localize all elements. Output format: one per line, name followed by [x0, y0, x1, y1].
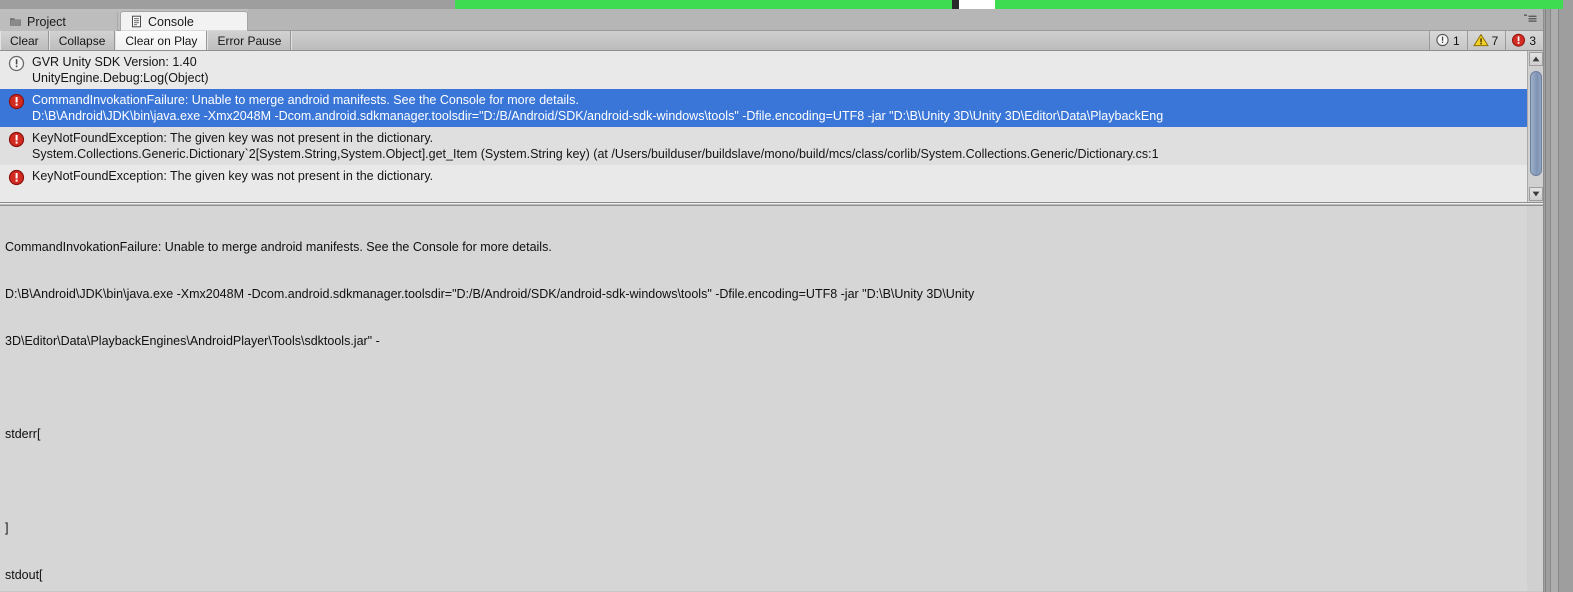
- clear-on-play-button[interactable]: Clear on Play: [115, 31, 208, 50]
- list-item-line1: GVR Unity SDK Version: 1.40: [32, 55, 197, 69]
- error-icon: [8, 93, 25, 114]
- warning-icon: [1472, 33, 1489, 48]
- error-icon: [8, 169, 25, 190]
- tab-project[interactable]: Project: [0, 11, 118, 32]
- list-scrollbar-thumb[interactable]: [1530, 71, 1542, 176]
- list-item-line2: System.Collections.Generic.Dictionary`2[…: [32, 147, 1159, 161]
- list-item-text: GVR Unity SDK Version: 1.40 UnityEngine.…: [32, 54, 209, 86]
- unity-editor-window: Project Console Clear Collapse Clear on …: [0, 0, 1573, 592]
- list-item-line2: D:\B\Android\JDK\bin\java.exe -Xmx2048M …: [32, 109, 1164, 123]
- list-item-text: KeyNotFoundException: The given key was …: [32, 130, 1159, 162]
- tab-bar-empty-area: [248, 9, 1543, 30]
- folder-icon: [9, 15, 22, 28]
- message-counters: 1 7 3: [1428, 31, 1543, 50]
- tab-console-label: Console: [148, 14, 194, 29]
- list-item-line1: KeyNotFoundException: The given key was …: [32, 169, 434, 183]
- console-message-list-inner: GVR Unity SDK Version: 1.40 UnityEngine.…: [0, 51, 1527, 202]
- window-menu-icon[interactable]: [1521, 12, 1539, 24]
- info-counter[interactable]: 1: [1428, 31, 1467, 50]
- list-item-text: KeyNotFoundException: The given key was …: [32, 168, 433, 184]
- info-icon: [1435, 33, 1450, 48]
- scroll-up-arrow-icon[interactable]: [1529, 52, 1543, 66]
- list-item-line2: UnityEngine.Debug:Log(Object): [32, 71, 209, 85]
- clear-button[interactable]: Clear: [0, 31, 49, 50]
- warning-counter[interactable]: 7: [1466, 31, 1506, 50]
- list-vertical-scrollbar[interactable]: [1527, 51, 1543, 202]
- collapse-button[interactable]: Collapse: [48, 31, 116, 50]
- detail-line: 3D\Editor\Data\PlaybackEngines\AndroidPl…: [5, 333, 380, 348]
- tab-project-label: Project: [27, 14, 66, 29]
- console-detail-pane: CommandInvokationFailure: Unable to merg…: [0, 206, 1543, 591]
- list-item[interactable]: KeyNotFoundException: The given key was …: [0, 165, 1527, 202]
- warning-counter-value: 7: [1491, 33, 1499, 48]
- console-detail-text[interactable]: CommandInvokationFailure: Unable to merg…: [0, 206, 1527, 591]
- tab-console[interactable]: Console: [120, 11, 248, 32]
- list-item[interactable]: CommandInvokationFailure: Unable to merg…: [0, 89, 1527, 127]
- detail-line: stdout[: [5, 567, 43, 582]
- error-icon: [1511, 33, 1526, 48]
- window-right-gutter: [1545, 9, 1573, 592]
- detail-line: D:\B\Android\JDK\bin\java.exe -Xmx2048M …: [5, 286, 975, 301]
- console-icon: [130, 15, 143, 28]
- scroll-down-arrow-icon[interactable]: [1529, 187, 1543, 201]
- list-item[interactable]: KeyNotFoundException: The given key was …: [0, 127, 1527, 165]
- console-window-panel: Project Console Clear Collapse Clear on …: [0, 9, 1544, 592]
- collapse-button-label: Collapse: [58, 33, 106, 48]
- console-toolbar: Clear Collapse Clear on Play Error Pause: [0, 31, 1543, 51]
- info-counter-value: 1: [1452, 33, 1460, 48]
- detail-line: ]: [5, 520, 9, 535]
- detail-line: [5, 474, 1523, 490]
- progress-bar-green: [455, 0, 1563, 9]
- list-item-line1: KeyNotFoundException: The given key was …: [32, 131, 434, 145]
- clear-on-play-button-label: Clear on Play: [125, 33, 198, 48]
- error-pause-button-label: Error Pause: [217, 33, 282, 48]
- tab-bar: Project Console: [0, 9, 1543, 32]
- error-counter-value: 3: [1529, 33, 1536, 48]
- error-pause-button[interactable]: Error Pause: [207, 31, 292, 50]
- progress-bar-gap: [959, 0, 995, 9]
- list-item-text: CommandInvokationFailure: Unable to merg…: [32, 92, 1163, 124]
- detail-vertical-scrollbar[interactable]: [1527, 206, 1543, 591]
- console-message-list: GVR Unity SDK Version: 1.40 UnityEngine.…: [0, 51, 1543, 203]
- list-item[interactable]: GVR Unity SDK Version: 1.40 UnityEngine.…: [0, 51, 1527, 89]
- window-right-gutter-inner: [1550, 9, 1559, 592]
- list-item-line1: CommandInvokationFailure: Unable to merg…: [32, 93, 579, 107]
- clear-button-label: Clear: [10, 33, 39, 48]
- error-counter[interactable]: 3: [1505, 31, 1543, 50]
- detail-line: [5, 381, 1523, 397]
- toolbar-spacer: [291, 31, 1429, 50]
- detail-line: stderr[: [5, 427, 41, 442]
- error-icon: [8, 131, 25, 152]
- info-icon: [8, 55, 25, 76]
- detail-line: CommandInvokationFailure: Unable to merg…: [5, 240, 552, 255]
